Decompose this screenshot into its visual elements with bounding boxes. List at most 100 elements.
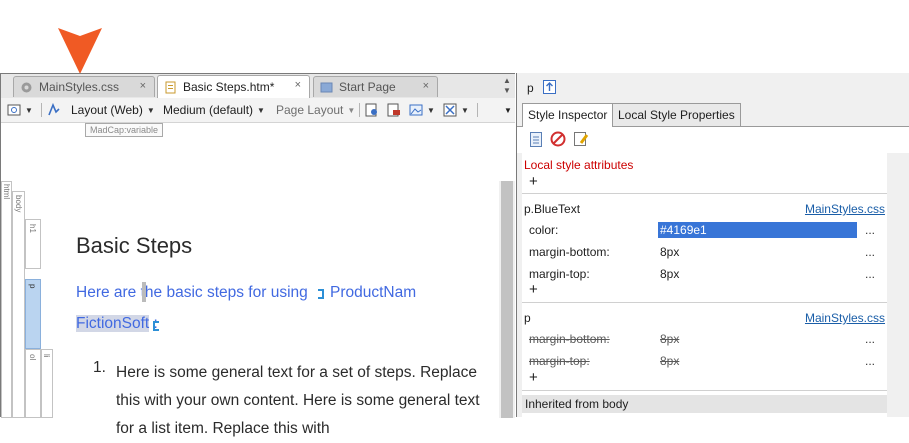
overridden-property-value: 8px <box>660 332 680 346</box>
structure-bar-ol[interactable]: ol <box>25 349 41 418</box>
heading-basic-steps[interactable]: Basic Steps <box>76 233 192 259</box>
view-icon <box>7 104 21 116</box>
editor-scrollbar-thumb[interactable] <box>501 181 513 418</box>
company-variable[interactable]: FictionSoft <box>76 315 150 332</box>
edit-property-button[interactable]: ... <box>865 223 875 237</box>
property-name: color: <box>529 223 559 237</box>
image-icon <box>409 104 423 116</box>
add-local-property-button[interactable]: + <box>529 173 538 190</box>
start-page-icon <box>320 82 333 92</box>
chevron-down-icon: ▼ <box>146 105 155 115</box>
edit-property-button[interactable]: ... <box>865 245 875 259</box>
section-divider <box>522 302 887 303</box>
view-mode-button[interactable]: ▼ <box>7 101 33 119</box>
clear-styles-icon[interactable] <box>550 131 566 147</box>
structure-bar-p[interactable]: p <box>25 279 41 349</box>
document-page[interactable]: Basic Steps Here are the basic steps for… <box>65 181 499 437</box>
tab-start-page[interactable]: Start Page × <box>313 76 438 97</box>
color-value-field[interactable]: #4169e1 <box>658 222 857 238</box>
callout-arrow-icon <box>58 28 102 74</box>
property-name: margin-top: <box>529 267 590 281</box>
paragraph-bluetext[interactable]: Here are the basic steps for using <box>76 284 308 302</box>
editor-toolbar: ▼ Layout (Web) ▼ Medium (default) ▼ Page… <box>1 98 515 123</box>
document-tabstrip: MainStyles.css × Basic Steps.htm* × Star… <box>1 74 515 99</box>
structure-bar-h1[interactable]: h1 <box>25 219 41 269</box>
property-value[interactable]: 8px <box>660 245 679 259</box>
tab-scroll-up-icon[interactable]: ▲ <box>501 76 513 85</box>
layout-icon <box>48 103 60 116</box>
tab-basic-steps[interactable]: Basic Steps.htm* × <box>157 75 310 98</box>
inspector-tabs: Style Inspector Local Style Properties <box>517 103 909 127</box>
page-layout-label: Page Layout <box>276 103 344 117</box>
close-icon[interactable]: × <box>295 79 301 91</box>
page-layout-dropdown[interactable]: Page Layout ▼ <box>276 101 355 119</box>
bluetext-style-title: p.BlueText <box>524 202 581 216</box>
image-button[interactable]: ▼ <box>409 101 435 119</box>
toolbar-separator <box>359 103 360 117</box>
structure-bar-li[interactable]: li <box>41 349 53 418</box>
property-value[interactable]: 8px <box>660 267 679 281</box>
local-style-attributes-title: Local style attributes <box>524 158 634 172</box>
toolbar-separator <box>477 103 478 117</box>
variable-end-marker <box>153 321 159 331</box>
medium-label: Medium (default) <box>163 103 254 117</box>
p-source-link[interactable]: MainStyles.css <box>805 311 885 325</box>
paragraph-bluetext-line2[interactable]: FictionSoft : <box>76 315 158 333</box>
product-name-text: ProductNam <box>330 284 417 301</box>
bluetext-source-link[interactable]: MainStyles.css <box>805 202 885 216</box>
paragraph-text: Here are the basic steps for using <box>76 284 308 301</box>
chevron-down-icon: ▼ <box>257 105 265 115</box>
print-icon <box>387 103 400 117</box>
select-parent-icon[interactable] <box>543 80 556 94</box>
insert-button[interactable]: ▼ <box>443 101 469 119</box>
preview-button[interactable] <box>365 101 379 119</box>
preview-icon <box>365 103 377 117</box>
tab-mainstyles-css[interactable]: MainStyles.css × <box>13 76 155 97</box>
inspector-toolbar <box>517 127 909 153</box>
tab-local-style-properties[interactable]: Local Style Properties <box>612 103 741 126</box>
tab-scroll-down-icon[interactable]: ▼ <box>501 86 513 95</box>
tab-label: Start Page <box>339 80 396 94</box>
medium-dropdown[interactable]: Medium (default) ▼ <box>163 101 265 119</box>
tab-label: MainStyles.css <box>39 80 120 94</box>
list-item[interactable]: Here is some general text for a set of s… <box>116 359 486 443</box>
overridden-property-name: margin-bottom: <box>529 332 610 346</box>
tab-style-inspector[interactable]: Style Inspector <box>522 103 614 127</box>
inherited-from-body-header[interactable]: Inherited from body <box>522 395 887 413</box>
document-icon[interactable] <box>529 132 543 147</box>
edit-property-button[interactable]: ... <box>865 354 875 368</box>
toolbar-overflow-icon[interactable]: ▼ <box>504 101 512 119</box>
add-property-button[interactable]: + <box>529 281 538 298</box>
chevron-down-icon: ▼ <box>347 105 356 115</box>
structure-bar-html[interactable]: html <box>1 181 12 418</box>
cursor-marker <box>142 282 146 302</box>
variable-start-marker <box>318 289 324 299</box>
p-style-title: p <box>524 311 531 325</box>
close-icon[interactable]: × <box>140 80 146 92</box>
topic-file-icon <box>165 81 176 93</box>
selected-element-label: p <box>527 81 534 95</box>
chevron-down-icon: ▼ <box>25 105 33 115</box>
insert-icon <box>443 103 457 117</box>
close-icon[interactable]: × <box>423 80 429 92</box>
layout-dropdown[interactable]: Layout (Web) ▼ <box>47 101 155 119</box>
edit-property-button[interactable]: ... <box>865 267 875 281</box>
overridden-property-name: margin-top: <box>529 354 590 368</box>
edit-stylesheet-icon[interactable] <box>573 131 589 147</box>
structure-bar: html body h1 p ol li <box>1 181 65 418</box>
toolbar-separator <box>41 103 42 117</box>
edit-property-button[interactable]: ... <box>865 332 875 346</box>
xml-editor-pane: MainStyles.css × Basic Steps.htm* × Star… <box>0 73 515 437</box>
list-number: 1. <box>93 359 106 376</box>
section-divider <box>522 390 887 391</box>
inspector-scrollbar[interactable] <box>891 153 909 417</box>
overridden-property-value: 8px <box>660 354 680 368</box>
css-file-icon <box>21 82 32 92</box>
print-preview-button[interactable] <box>387 101 401 119</box>
layout-label: Layout (Web) <box>71 103 143 117</box>
variable-tag-label: MadCap:variable <box>85 123 164 137</box>
structure-bar-body[interactable]: body <box>12 191 25 418</box>
product-name-variable[interactable]: ProductNam <box>330 284 416 302</box>
add-property-button[interactable]: + <box>529 369 538 386</box>
tab-label: Basic Steps.htm* <box>183 80 275 94</box>
